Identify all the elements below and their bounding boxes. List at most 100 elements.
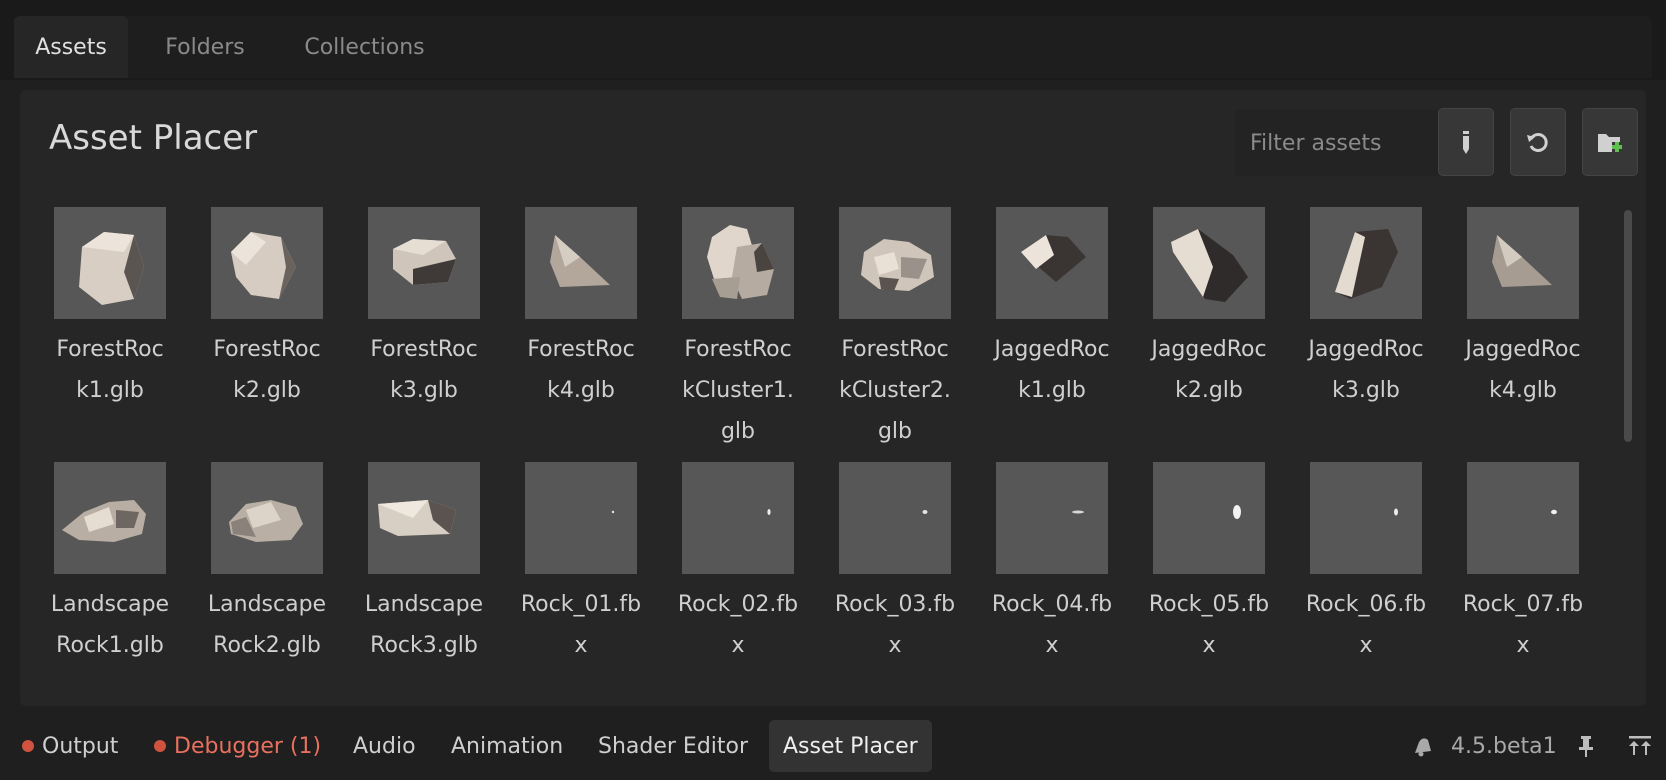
pencil-icon — [1463, 131, 1469, 154]
asset-name-line: glb — [877, 419, 913, 444]
bottom-tab-label: Audio — [353, 733, 416, 759]
filter-assets-input[interactable] — [1234, 110, 1448, 176]
asset-name-line: Rock2.glb — [213, 633, 321, 658]
tiny-rock-thumbnail — [1310, 462, 1422, 574]
asset-name-line: JaggedRoc — [1465, 337, 1581, 362]
tiny-rock-thumbnail — [525, 462, 637, 574]
asset-item[interactable]: JaggedRoc k1.glb — [977, 207, 1127, 411]
bottom-tab-shader-editor[interactable]: Shader Editor — [584, 720, 762, 772]
refresh-icon — [1527, 133, 1548, 152]
vertical-scrollbar[interactable] — [1624, 210, 1632, 442]
rock-thumbnail — [1153, 207, 1265, 319]
asset-name-line: x — [1359, 633, 1373, 658]
bottom-tab-animation[interactable]: Animation — [437, 720, 577, 772]
asset-name-line: ForestRoc — [370, 337, 478, 362]
asset-name-line: k3.glb — [1332, 378, 1400, 403]
asset-item[interactable]: JaggedRoc k3.glb — [1291, 207, 1441, 411]
asset-name-line: x — [731, 633, 745, 658]
tab-folders[interactable]: Folders — [140, 16, 270, 78]
rock-thumbnail — [211, 462, 323, 574]
asset-item[interactable]: JaggedRoc k2.glb — [1134, 207, 1284, 411]
asset-item[interactable]: Rock_07.fbx — [1448, 462, 1598, 666]
bottom-tab-label: Output — [42, 733, 119, 759]
bottom-tab-label: Shader Editor — [598, 733, 749, 759]
bottom-tab-label: Asset Placer — [783, 733, 918, 759]
status-dot-icon — [22, 740, 34, 752]
asset-item[interactable]: JaggedRoc k4.glb — [1448, 207, 1598, 411]
asset-name-line: JaggedRoc — [1308, 337, 1424, 362]
notification-bell-icon[interactable] — [1410, 733, 1436, 759]
asset-item[interactable]: Rock_01.fbx — [506, 462, 656, 666]
bottom-tab-label: Animation — [451, 733, 564, 759]
tiny-rock-thumbnail — [1467, 462, 1579, 574]
asset-name-line: k1.glb — [1018, 378, 1086, 403]
asset-name-line: x — [1202, 633, 1216, 658]
asset-item[interactable]: ForestRoc k3.glb — [349, 207, 499, 411]
asset-name-line: ForestRoc — [527, 337, 635, 362]
asset-item[interactable]: Landscape Rock2.glb — [192, 462, 342, 666]
tiny-rock-thumbnail — [682, 462, 794, 574]
bottom-tab-audio[interactable]: Audio — [339, 720, 430, 772]
asset-name-line: ForestRoc — [56, 337, 164, 362]
asset-name-line: k3.glb — [390, 378, 458, 403]
asset-item[interactable]: ForestRoc k2.glb — [192, 207, 342, 411]
rock-thumbnail — [525, 207, 637, 319]
asset-name-line: x — [1516, 633, 1530, 658]
expand-panel-icon[interactable] — [1627, 733, 1653, 759]
asset-name-line: ForestRoc — [841, 337, 949, 362]
asset-name-line: Rock_07.fb — [1462, 592, 1584, 617]
rock-thumbnail — [368, 207, 480, 319]
asset-name-line: Rock_03.fb — [834, 592, 956, 617]
asset-name-line: Landscape — [364, 592, 484, 617]
asset-name-line: Landscape — [207, 592, 327, 617]
asset-item[interactable]: ForestRoc k4.glb — [506, 207, 656, 411]
tab-assets[interactable]: Assets — [14, 16, 128, 78]
asset-item[interactable]: Rock_06.fbx — [1291, 462, 1441, 666]
edit-button[interactable] — [1438, 108, 1494, 176]
asset-name-line: Rock_05.fb — [1148, 592, 1270, 617]
panel-title: Asset Placer — [49, 118, 258, 158]
asset-name-line: kCluster1. — [682, 378, 794, 403]
rock-thumbnail — [54, 462, 166, 574]
asset-item[interactable]: Rock_02.fb x — [663, 462, 813, 666]
asset-item[interactable]: ForestRoc kCluster2. glb — [820, 207, 970, 452]
asset-name-line: ForestRoc — [213, 337, 321, 362]
asset-name-line: x — [574, 633, 588, 658]
version-label: 4.5.beta1 — [1451, 733, 1557, 759]
asset-name-line: Rock_01.fb — [520, 592, 642, 617]
asset-name-line: ForestRoc — [684, 337, 792, 362]
pin-icon[interactable] — [1573, 733, 1599, 759]
rock-thumbnail — [1310, 207, 1422, 319]
asset-name-line: k4.glb — [547, 378, 615, 403]
add-folder-button[interactable] — [1582, 108, 1638, 176]
rock-thumbnail — [682, 207, 794, 319]
bottom-tab-asset-placer[interactable]: Asset Placer — [769, 720, 932, 772]
rock-thumbnail — [996, 207, 1108, 319]
asset-name-line: kCluster2. — [839, 378, 951, 403]
add-folder-icon — [1598, 134, 1622, 152]
asset-item[interactable]: Landscape Rock3.glb — [349, 462, 499, 666]
asset-name-line: k2.glb — [1175, 378, 1243, 403]
asset-item[interactable]: Landscape Rock1.glb — [35, 462, 185, 666]
bottom-tab-output[interactable]: Output — [8, 720, 132, 772]
asset-item[interactable]: Rock_05.fbx — [1134, 462, 1284, 666]
asset-item[interactable]: Rock_04.fb x — [977, 462, 1127, 666]
tab-collections[interactable]: Collections — [282, 16, 447, 78]
rock-thumbnail — [54, 207, 166, 319]
asset-item[interactable]: Rock_03.fbx — [820, 462, 970, 666]
asset-name-line: Rock3.glb — [370, 633, 478, 658]
bottom-tab-debugger[interactable]: Debugger (1) — [140, 720, 335, 772]
tiny-rock-thumbnail — [1153, 462, 1265, 574]
asset-name-line: JaggedRoc — [1151, 337, 1267, 362]
asset-name-line: k4.glb — [1489, 378, 1557, 403]
asset-item[interactable]: ForestRoc k1.glb — [35, 207, 185, 411]
asset-name-line: Rock_06.fb — [1305, 592, 1427, 617]
asset-name-line: k1.glb — [76, 378, 144, 403]
asset-name-line: x — [888, 633, 902, 658]
rock-thumbnail — [1467, 207, 1579, 319]
asset-item[interactable]: ForestRoc kCluster1. glb — [663, 207, 813, 452]
refresh-button[interactable] — [1510, 108, 1566, 176]
rock-thumbnail — [839, 207, 951, 319]
asset-name-line: glb — [720, 419, 756, 444]
asset-name-line: x — [1045, 633, 1059, 658]
